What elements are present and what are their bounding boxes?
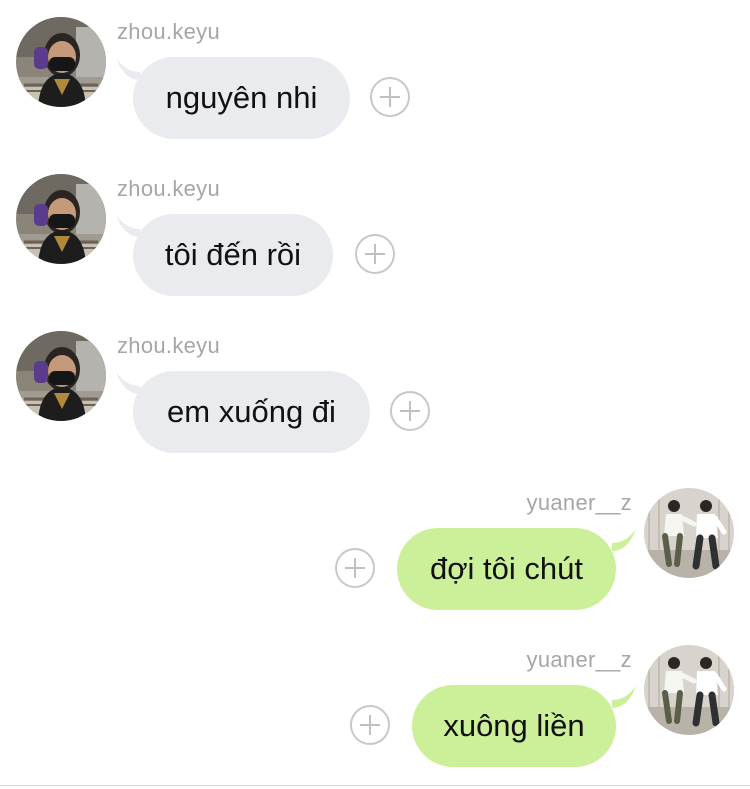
sender-name: zhou.keyu [117, 333, 220, 358]
avatar-two-dancers-icon [644, 488, 734, 578]
sender-name: yuaner__z [526, 647, 632, 672]
message-bubble[interactable]: tôi đến rồi [133, 214, 333, 296]
avatar-two-dancers-icon [644, 645, 734, 735]
sender-name: zhou.keyu [117, 176, 220, 201]
avatar-masked-person-icon [16, 174, 106, 264]
avatar[interactable] [16, 174, 106, 264]
avatar-masked-person-icon [16, 331, 106, 421]
avatar[interactable] [16, 331, 106, 421]
add-reaction-icon[interactable] [370, 77, 410, 117]
add-reaction-icon[interactable] [355, 234, 395, 274]
add-reaction-icon[interactable] [350, 705, 390, 745]
message-bubble[interactable]: xuông liền [412, 685, 616, 767]
message-bubble[interactable]: em xuống đi [133, 371, 370, 453]
bubble-tail [116, 372, 140, 394]
add-reaction-icon[interactable] [335, 548, 375, 588]
avatar[interactable] [644, 645, 734, 735]
add-reaction-icon[interactable] [390, 391, 430, 431]
bubble-tail [116, 58, 140, 80]
bubble-tail [612, 529, 636, 551]
avatar[interactable] [644, 488, 734, 578]
bubble-tail [116, 215, 140, 237]
chat-message: zhou.keyu tôi đến rồi [0, 157, 750, 297]
chat-message: yuaner__z xuông liền [0, 628, 750, 768]
message-bubble[interactable]: đợi tôi chút [397, 528, 616, 610]
chat-message: yuaner__z đợi tôi chút [0, 471, 750, 611]
bubble-tail [612, 686, 636, 708]
chat-message: zhou.keyu nguyên nhi [0, 0, 750, 140]
sender-name: zhou.keyu [117, 19, 220, 44]
avatar-masked-person-icon [16, 17, 106, 107]
sender-name: yuaner__z [526, 490, 632, 515]
avatar[interactable] [16, 17, 106, 107]
divider [0, 785, 750, 786]
message-bubble[interactable]: nguyên nhi [133, 57, 350, 139]
chat-message: zhou.keyu em xuống đi [0, 314, 750, 454]
